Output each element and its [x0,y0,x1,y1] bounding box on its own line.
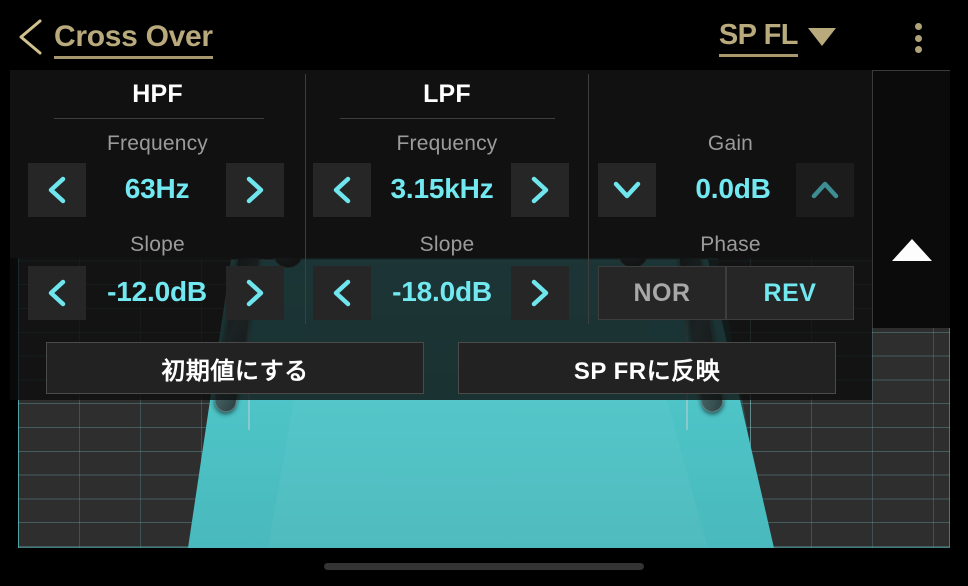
crossover-screen: HPF Frequency 63Hz Slope -12.0dB LPF Fre… [0,0,968,586]
gain-increment-button[interactable] [796,163,854,217]
reset-to-default-button[interactable]: 初期値にする [46,342,424,394]
chevron-up-icon [811,181,839,199]
back-button[interactable] [10,16,52,58]
lpf-slope-label: Slope [419,233,475,256]
chevron-right-icon [246,176,264,204]
chevron-left-icon [48,279,66,307]
hpf-slope-increment-button[interactable] [226,266,284,320]
lpf-frequency-label: Frequency [396,132,498,155]
hpf-frequency-value: 63Hz [124,173,190,204]
hpf-section-title: HPF [132,80,183,108]
hpf-slope-label: Slope [130,233,185,256]
chevron-right-icon [531,176,549,204]
lpf-slope-increment-button[interactable] [511,266,569,320]
lpf-title-underline [340,118,555,119]
kebab-dot [914,46,922,53]
speaker-selector[interactable]: SP FL [718,19,838,57]
gain-label: Gain [707,132,754,155]
phase-nor-button[interactable]: NOR [598,266,726,320]
hpf-slope-value: -12.0dB [107,276,207,307]
chevron-left-icon [333,176,351,204]
hpf-frequency-decrement-button[interactable] [28,163,86,217]
right-side-panel [872,70,950,328]
chevron-down-icon [613,181,641,199]
gain-value: 0.0dB [695,173,771,204]
phase-rev-button[interactable]: REV [726,266,854,320]
lpf-slope-decrement-button[interactable] [313,266,371,320]
column-divider-2 [588,74,589,324]
triangle-up-icon[interactable] [891,239,932,261]
column-divider-1 [305,74,306,324]
hpf-title-underline [54,118,264,119]
kebab-dot [914,23,922,30]
chevron-left-icon [333,279,351,307]
lpf-frequency-increment-button[interactable] [511,163,569,217]
phase-label: Phase [700,233,761,256]
page-title: Cross Over [54,20,213,59]
caret-down-icon [808,28,836,46]
hpf-frequency-label: Frequency [106,132,209,155]
hpf-frequency-increment-button[interactable] [226,163,284,217]
apply-to-sp-fr-button[interactable]: SP FRに反映 [458,342,836,394]
lpf-frequency-decrement-button[interactable] [313,163,371,217]
crossover-control-panel: HPF Frequency 63Hz Slope -12.0dB LPF Fre… [10,70,872,400]
lpf-frequency-value: 3.15kHz [390,173,494,204]
chevron-right-icon [531,279,549,307]
kebab-menu-button[interactable] [900,18,936,58]
hpf-slope-decrement-button[interactable] [28,266,86,320]
chevron-left-icon [19,19,42,55]
kebab-dot [914,34,922,42]
chevron-left-icon [48,176,66,204]
gain-decrement-button[interactable] [598,163,656,217]
home-indicator[interactable] [324,563,644,570]
lpf-section-title: LPF [423,80,471,108]
lpf-slope-value: -18.0dB [392,276,492,307]
app-header: Cross Over SP FL [0,0,968,70]
chevron-right-icon [246,279,264,307]
speaker-selector-label: SP FL [718,19,799,57]
